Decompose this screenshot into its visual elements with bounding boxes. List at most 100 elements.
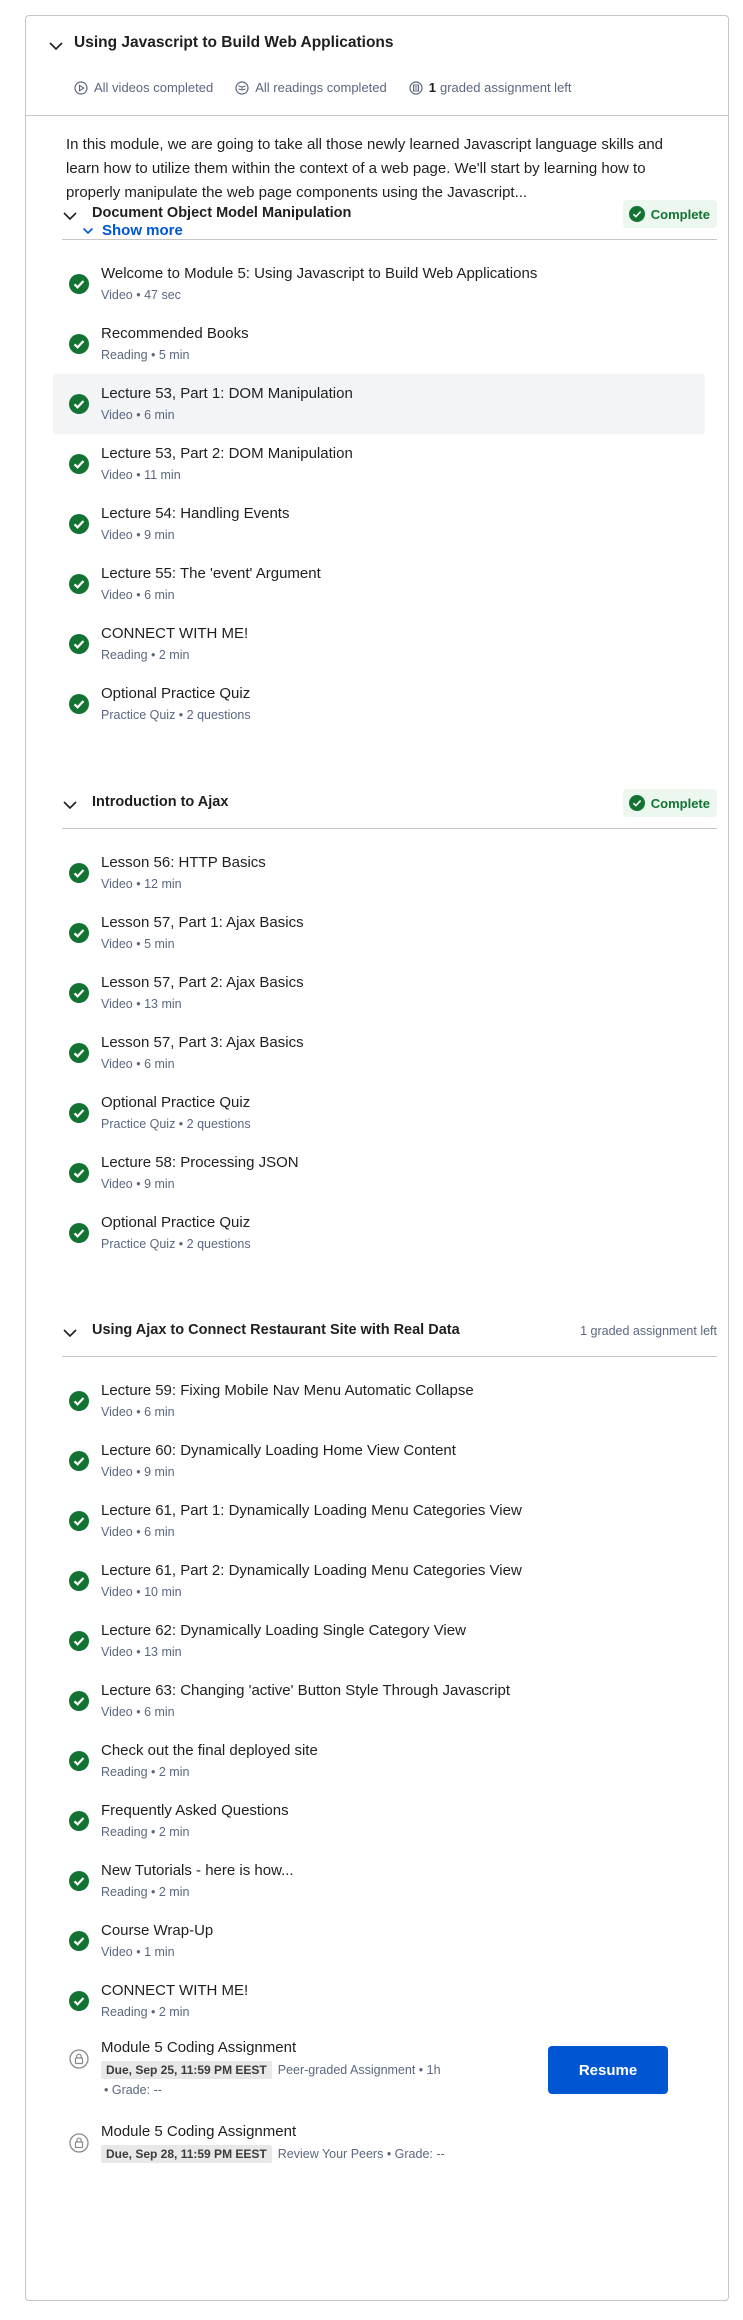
item-meta: Practice Quiz • 2 questions (101, 708, 251, 722)
list-item[interactable]: Frequently Asked Questions Reading • 2 mi… (26, 1791, 728, 1851)
item-title[interactable]: Lecture 61, Part 1: Dynamically Loading … (101, 1502, 522, 1519)
module-title: Using Javascript to Build Web Applicatio… (74, 34, 394, 51)
item-meta: Reading • 2 min (101, 648, 190, 662)
section-items: Lesson 56: HTTP Basics Video • 12 min Less… (26, 843, 728, 1263)
list-item[interactable]: Lecture 61, Part 1: Dynamically Loading … (26, 1491, 728, 1551)
item-meta: Video • 6 min (101, 408, 175, 422)
check-circle-icon (628, 795, 645, 811)
item-title[interactable]: Lesson 57, Part 2: Ajax Basics (101, 974, 304, 991)
item-title[interactable]: Optional Practice Quiz (101, 685, 250, 702)
list-item[interactable]: Lesson 57, Part 3: Ajax Basics Video • 6 … (26, 1023, 728, 1083)
section-items: Welcome to Module 5: Using Javascript to… (26, 254, 728, 734)
list-item[interactable]: Lesson 57, Part 1: Ajax Basics Video • 5 … (26, 903, 728, 963)
readings-stat-label: All readings completed (255, 80, 387, 95)
check-circle-icon (69, 1691, 89, 1711)
item-meta: Video • 13 min (101, 997, 182, 1011)
item-title[interactable]: Lecture 63: Changing 'active' Button Sty… (101, 1682, 510, 1699)
list-item[interactable]: Course Wrap-Up Video • 1 min (26, 1911, 728, 1971)
list-item[interactable]: Lecture 53, Part 1: DOM Manipulation Vide… (26, 374, 728, 434)
list-item[interactable]: Lecture 53, Part 2: DOM Manipulation Vide… (26, 434, 728, 494)
assignment-grade: • Grade: -- (104, 2083, 162, 2097)
item-title[interactable]: Optional Practice Quiz (101, 1094, 250, 1111)
item-title[interactable]: Lesson 57, Part 3: Ajax Basics (101, 1034, 304, 1051)
item-title[interactable]: Lecture 61, Part 2: Dynamically Loading … (101, 1562, 522, 1579)
list-item[interactable]: Optional Practice Quiz Practice Quiz • 2 … (26, 1083, 728, 1143)
item-meta: Video • 11 min (101, 468, 181, 482)
list-item[interactable]: Lecture 60: Dynamically Loading Home Vie… (26, 1431, 728, 1491)
item-title[interactable]: New Tutorials - here is how... (101, 1862, 294, 1879)
item-meta: Reading • 2 min (101, 1765, 190, 1779)
list-item[interactable]: Lecture 63: Changing 'active' Button Sty… (26, 1671, 728, 1731)
assignment-item[interactable]: Module 5 Coding Assignment Due, Sep 25, 1… (26, 2031, 728, 2115)
section-title: Introduction to Ajax (92, 794, 229, 810)
item-meta: Video • 9 min (101, 1177, 175, 1191)
assignment-item[interactable]: Module 5 Coding Assignment Due, Sep 28, 1… (26, 2115, 728, 2199)
list-item[interactable]: Lecture 55: The 'event' Argument Video • … (26, 554, 728, 614)
item-title[interactable]: Lecture 60: Dynamically Loading Home Vie… (101, 1442, 456, 1459)
item-title[interactable]: Lecture 53, Part 2: DOM Manipulation (101, 445, 353, 462)
list-item[interactable]: Recommended Books Reading • 5 min (26, 314, 728, 374)
section-header[interactable]: Introduction to Ajax Complete (62, 783, 717, 829)
list-item[interactable]: Lecture 59: Fixing Mobile Nav Menu Autom… (26, 1371, 728, 1431)
item-title[interactable]: Lecture 59: Fixing Mobile Nav Menu Autom… (101, 1382, 474, 1399)
item-title[interactable]: Course Wrap-Up (101, 1922, 213, 1939)
check-circle-icon (69, 1103, 89, 1123)
item-title[interactable]: Welcome to Module 5: Using Javascript to… (101, 265, 537, 282)
item-title[interactable]: Optional Practice Quiz (101, 1214, 250, 1231)
item-title[interactable]: CONNECT WITH ME! (101, 625, 248, 642)
check-circle-icon (69, 574, 89, 594)
check-circle-icon (69, 1391, 89, 1411)
chevron-down-icon[interactable] (62, 797, 78, 813)
list-item[interactable]: Lesson 56: HTTP Basics Video • 12 min (26, 843, 728, 903)
item-title[interactable]: Lesson 57, Part 1: Ajax Basics (101, 914, 304, 931)
list-item[interactable]: Optional Practice Quiz Practice Quiz • 2 … (26, 1203, 728, 1263)
assignment-meta: Peer-graded Assignment • 1h (277, 2063, 441, 2077)
item-meta: Practice Quiz • 2 questions (101, 1117, 251, 1131)
list-item[interactable]: Lecture 54: Handling Events Video • 9 min (26, 494, 728, 554)
list-item[interactable]: Lecture 61, Part 2: Dynamically Loading … (26, 1551, 728, 1611)
item-title[interactable]: Lecture 53, Part 1: DOM Manipulation (101, 385, 353, 402)
item-title[interactable]: Lesson 56: HTTP Basics (101, 854, 266, 871)
list-item[interactable]: Welcome to Module 5: Using Javascript to… (26, 254, 728, 314)
section-header[interactable]: Using Ajax to Connect Restaurant Site wi… (62, 1311, 717, 1357)
item-title[interactable]: Lecture 62: Dynamically Loading Single C… (101, 1622, 466, 1639)
item-meta: Video • 1 min (101, 1945, 175, 1959)
item-meta: Reading • 2 min (101, 1885, 190, 1899)
check-circle-icon (69, 1511, 89, 1531)
check-circle-icon (69, 863, 89, 883)
lock-icon (69, 2049, 89, 2069)
list-item[interactable]: New Tutorials - here is how... Reading • … (26, 1851, 728, 1911)
item-title[interactable]: Lecture 54: Handling Events (101, 505, 289, 522)
list-item[interactable]: CONNECT WITH ME! Reading • 2 min (26, 1971, 728, 2031)
item-meta: Video • 9 min (101, 528, 175, 542)
check-circle-icon (69, 454, 89, 474)
assignment-title[interactable]: Module 5 Coding Assignment (101, 2039, 296, 2056)
assignment-details: Due, Sep 25, 11:59 PM EEST Peer-graded As… (101, 2061, 441, 2079)
module-header[interactable]: Using Javascript to Build Web Applicatio… (26, 16, 728, 116)
chevron-down-icon[interactable] (48, 38, 64, 54)
list-item[interactable]: CONNECT WITH ME! Reading • 2 min (26, 614, 728, 674)
assignment-title[interactable]: Module 5 Coding Assignment (101, 2123, 296, 2140)
check-circle-icon (69, 514, 89, 534)
list-item[interactable]: Lesson 57, Part 2: Ajax Basics Video • 13… (26, 963, 728, 1023)
item-title[interactable]: Lecture 58: Processing JSON (101, 1154, 299, 1171)
assignment-meta: Review Your Peers • Grade: -- (277, 2147, 445, 2161)
list-item[interactable]: Optional Practice Quiz Practice Quiz • 2 … (26, 674, 728, 734)
item-title[interactable]: CONNECT WITH ME! (101, 1982, 248, 1999)
complete-badge-label: Complete (650, 795, 710, 811)
list-item[interactable]: Lecture 58: Processing JSON Video • 9 min (26, 1143, 728, 1203)
check-circle-icon (69, 923, 89, 943)
item-title[interactable]: Recommended Books (101, 325, 249, 342)
check-circle-icon (69, 634, 89, 654)
resume-button[interactable]: Resume (548, 2046, 668, 2094)
chevron-down-icon[interactable] (62, 1325, 78, 1341)
item-title[interactable]: Lecture 55: The 'event' Argument (101, 565, 321, 582)
section-header[interactable]: Document Object Model Manipulation Compl… (62, 194, 717, 240)
chevron-down-icon[interactable] (62, 208, 78, 224)
item-title[interactable]: Check out the final deployed site (101, 1742, 318, 1759)
list-item[interactable]: Lecture 62: Dynamically Loading Single C… (26, 1611, 728, 1671)
check-circle-icon (69, 1451, 89, 1471)
item-title[interactable]: Frequently Asked Questions (101, 1802, 289, 1819)
list-item[interactable]: Check out the final deployed site Reading… (26, 1731, 728, 1791)
item-meta: Video • 6 min (101, 1057, 175, 1071)
